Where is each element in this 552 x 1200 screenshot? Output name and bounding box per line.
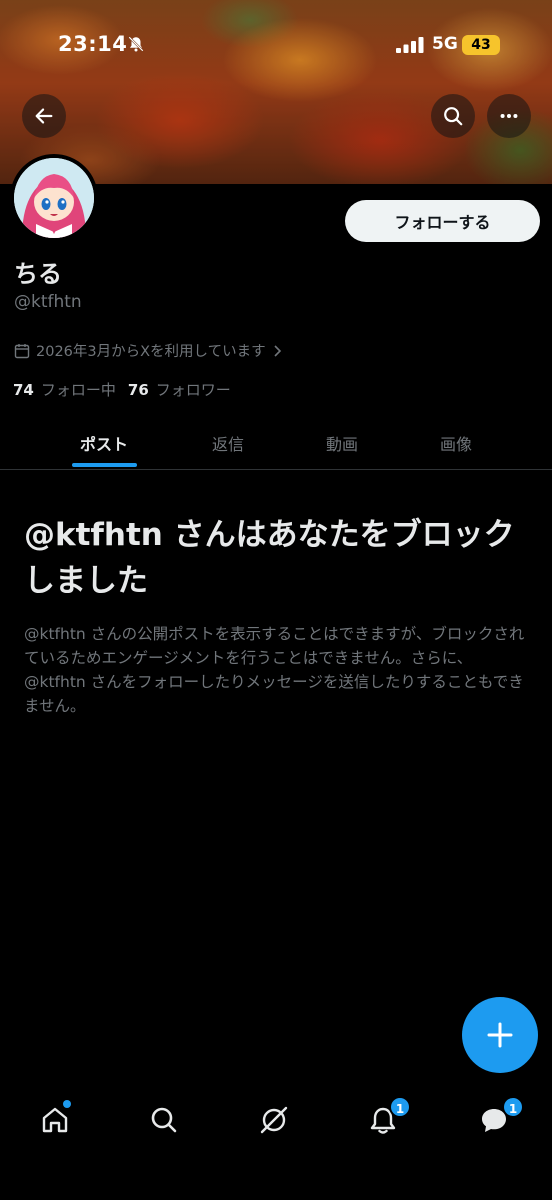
- followers-label: フォロワー: [155, 381, 231, 399]
- following-link[interactable]: 74 フォロー中: [13, 379, 116, 400]
- search-icon: [151, 1107, 177, 1133]
- nav-search[interactable]: [134, 1090, 194, 1150]
- compose-post-button[interactable]: [462, 997, 538, 1073]
- followers-count: 76: [127, 381, 149, 399]
- active-tab-indicator: [72, 463, 137, 467]
- network-type: 5G: [432, 34, 458, 54]
- more-options-button[interactable]: [487, 94, 531, 138]
- following-label: フォロー中: [40, 381, 116, 399]
- messages-badge: 1: [502, 1096, 524, 1118]
- display-name: ちる: [14, 260, 62, 288]
- cellular-signal-icon: [396, 37, 424, 53]
- bottom-navigation: 1 1: [0, 1090, 552, 1150]
- joined-date-text: 2026年3月からXを利用しています: [36, 344, 266, 360]
- follow-stats: 74 フォロー中 76 フォロワー: [13, 379, 243, 400]
- status-bar: 23:14 5G 43: [0, 0, 552, 92]
- home-unread-dot: [63, 1100, 71, 1108]
- blocked-title: @ktfhtn さんはあなたをブロックしました: [24, 517, 515, 599]
- back-button[interactable]: [22, 94, 66, 138]
- notifications-badge: 1: [389, 1096, 411, 1118]
- nav-notifications[interactable]: 1: [353, 1090, 413, 1150]
- nav-home[interactable]: [25, 1090, 85, 1150]
- tab-images[interactable]: 画像: [398, 417, 514, 469]
- avatar-illustration: [14, 158, 94, 238]
- profile-avatar[interactable]: [10, 154, 98, 242]
- battery-indicator: 43: [462, 35, 500, 55]
- nav-messages[interactable]: 1: [464, 1090, 524, 1150]
- follow-button[interactable]: フォローする: [345, 200, 540, 242]
- grok-icon: [260, 1106, 288, 1134]
- search-icon: [444, 107, 463, 126]
- username-handle: @ktfhtn: [14, 292, 82, 312]
- more-horizontal-icon: [500, 113, 518, 119]
- joined-date-row[interactable]: 2026年3月からXを利用しています: [14, 340, 282, 361]
- tab-replies[interactable]: 返信: [170, 417, 286, 469]
- profile-tabs: ポスト 返信 動画 画像: [0, 417, 552, 470]
- following-count: 74: [13, 381, 34, 399]
- plus-icon: [487, 1022, 513, 1048]
- calendar-icon: [14, 343, 30, 358]
- profile-search-button[interactable]: [431, 94, 475, 138]
- followers-link[interactable]: 76 フォロワー: [128, 379, 231, 400]
- blocked-description: @ktfhtn さんの公開ポストを表示することはできますが、ブロックされているた…: [24, 625, 525, 715]
- nav-grok[interactable]: [244, 1090, 304, 1150]
- arrow-left-icon: [35, 108, 53, 124]
- tab-videos[interactable]: 動画: [284, 417, 400, 469]
- home-icon: [42, 1107, 68, 1133]
- chevron-right-icon: [274, 344, 281, 357]
- bell-off-icon: [128, 36, 144, 52]
- tab-posts[interactable]: ポスト: [46, 417, 162, 469]
- status-time: 23:14: [58, 32, 128, 56]
